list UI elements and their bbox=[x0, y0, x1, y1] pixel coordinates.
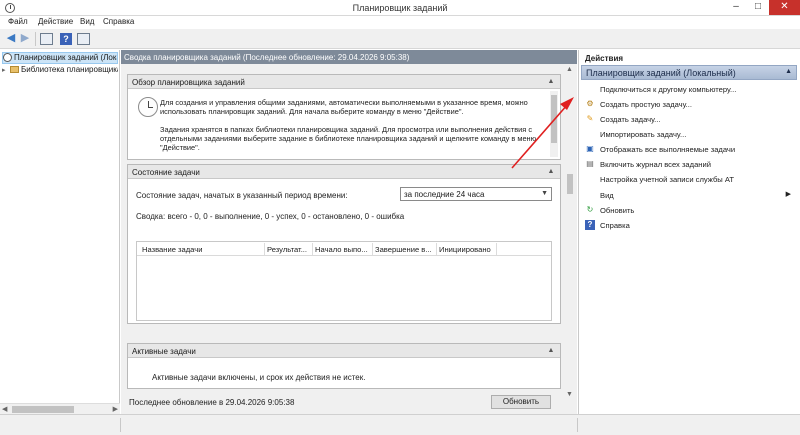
expand-arrow-icon[interactable]: ▸ bbox=[2, 66, 10, 74]
console-tree: Планировщик заданий (Локальный) ▸Библиот… bbox=[0, 50, 120, 414]
actions-title: Действия bbox=[585, 54, 624, 63]
minimize-button[interactable]: – bbox=[725, 0, 747, 15]
maximize-button[interactable]: □ bbox=[747, 0, 769, 15]
action-enable-history[interactable]: ▤ Включить журнал всех заданий bbox=[585, 158, 795, 171]
menu-view[interactable]: Вид bbox=[80, 17, 94, 26]
close-button[interactable]: ✕ bbox=[769, 0, 800, 15]
help-icon: ? bbox=[585, 220, 595, 230]
toolbar-separator bbox=[35, 32, 36, 46]
column-header-end[interactable]: Завершение в... bbox=[375, 245, 435, 254]
scrollbar-thumb[interactable] bbox=[567, 174, 573, 194]
status-summary: Сводка: всего - 0, 0 - выполнение, 0 - у… bbox=[136, 212, 405, 221]
task-status-section: Состояние задачи ▲ Состояние задач, нача… bbox=[127, 164, 561, 324]
action-create-basic-task[interactable]: ⚙ Создать простую задачу... bbox=[585, 98, 795, 111]
period-label: Состояние задач, начатых в указанный пер… bbox=[136, 191, 348, 200]
overview-paragraph-2: Задания хранятся в папках библиотеки пла… bbox=[160, 125, 537, 152]
show-hide-action-pane-icon[interactable] bbox=[77, 33, 90, 45]
task-status-section-header[interactable]: Состояние задачи ▲ bbox=[128, 165, 560, 179]
action-view-submenu[interactable]: Вид ▶ bbox=[585, 189, 795, 202]
status-bar bbox=[0, 414, 800, 435]
actions-group-header[interactable]: Планировщик заданий (Локальный) ▲ bbox=[581, 65, 797, 80]
summary-header: Сводка планировщика заданий (Последнее о… bbox=[121, 50, 577, 64]
action-show-running-tasks[interactable]: ▣ Отображать все выполняемые задачи bbox=[585, 143, 795, 156]
summary-pane: Сводка планировщика заданий (Последнее о… bbox=[121, 50, 577, 414]
task-status-table[interactable]: Название задачи Результат... Начало выпо… bbox=[136, 241, 552, 321]
refresh-icon: ↻ bbox=[586, 205, 594, 214]
clock-icon bbox=[3, 53, 12, 63]
scroll-left-arrow-icon[interactable]: ◀ bbox=[2, 405, 7, 413]
create-basic-task-icon: ⚙ bbox=[586, 99, 594, 108]
action-connect-to-computer[interactable]: Подключиться к другому компьютеру... bbox=[585, 83, 795, 96]
chevron-down-icon: ▼ bbox=[541, 190, 548, 197]
refresh-button[interactable]: Обновить bbox=[491, 395, 551, 409]
overview-section-header[interactable]: Обзор планировщика заданий ▲ bbox=[128, 75, 560, 89]
scrollbar-thumb[interactable] bbox=[12, 406, 74, 413]
action-refresh[interactable]: ↻ Обновить bbox=[585, 204, 795, 217]
create-task-icon: ✎ bbox=[586, 114, 594, 123]
running-tasks-icon: ▣ bbox=[586, 144, 594, 153]
scrollbar-thumb[interactable] bbox=[551, 95, 557, 143]
overview-section: Обзор планировщика заданий ▲ Для создани… bbox=[127, 74, 561, 160]
tree-item-task-scheduler-local[interactable]: Планировщик заданий (Локальный) bbox=[2, 52, 118, 64]
active-tasks-section-header[interactable]: Активные задачи ▲ bbox=[128, 344, 560, 358]
action-create-task[interactable]: ✎ Создать задачу... bbox=[585, 113, 795, 126]
column-header-task-name[interactable]: Название задачи bbox=[142, 245, 262, 254]
folder-icon bbox=[10, 66, 19, 74]
collapse-up-icon[interactable]: ▲ bbox=[785, 68, 792, 75]
menu-help[interactable]: Справка bbox=[103, 17, 134, 26]
back-arrow-icon[interactable]: ◀ bbox=[4, 32, 18, 46]
overview-paragraph-1: Для создания и управления общими задания… bbox=[160, 98, 528, 116]
help-icon[interactable]: ? bbox=[60, 33, 72, 45]
tree-horizontal-scrollbar[interactable]: ◀ ▶ bbox=[0, 403, 120, 414]
action-help[interactable]: ? Справка bbox=[585, 219, 795, 232]
title-bar: Планировщик заданий – □ ✕ bbox=[0, 0, 800, 16]
overview-scrollbar[interactable] bbox=[550, 91, 558, 157]
actions-pane: Действия Планировщик заданий (Локальный)… bbox=[578, 50, 800, 414]
collapse-up-icon[interactable]: ▲ bbox=[546, 77, 556, 87]
column-header-initiated[interactable]: Инициировано bbox=[439, 245, 499, 254]
menu-file[interactable]: Файл bbox=[8, 17, 28, 26]
forward-arrow-icon[interactable]: ▶ bbox=[18, 32, 32, 46]
scroll-right-arrow-icon[interactable]: ▶ bbox=[113, 405, 118, 413]
menu-action[interactable]: Действие bbox=[38, 17, 73, 26]
table-header: Название задачи Результат... Начало выпо… bbox=[137, 242, 551, 256]
show-hide-console-tree-icon[interactable] bbox=[40, 33, 53, 45]
last-update-text: Последнее обновление в 29.04.2026 9:05:3… bbox=[129, 398, 295, 407]
submenu-arrow-icon: ▶ bbox=[785, 191, 791, 198]
collapse-up-icon[interactable]: ▲ bbox=[546, 167, 556, 177]
toolbar: ◀ ▶ ? bbox=[0, 29, 800, 49]
menu-bar: Файл Действие Вид Справка bbox=[0, 16, 800, 29]
period-select[interactable]: за последние 24 часа ▼ bbox=[400, 187, 552, 201]
summary-vertical-scrollbar[interactable]: ▲ ▼ bbox=[565, 64, 575, 400]
history-log-icon: ▤ bbox=[586, 159, 594, 168]
task-scheduler-clock-icon bbox=[138, 97, 158, 117]
action-at-service-account[interactable]: Настройка учетной записи службы AT bbox=[585, 173, 795, 186]
column-header-start[interactable]: Начало выпо... bbox=[315, 245, 371, 254]
active-tasks-section: Активные задачи ▲ Активные задачи включе… bbox=[127, 343, 561, 389]
column-header-result[interactable]: Результат... bbox=[267, 245, 312, 254]
window-title: Планировщик заданий bbox=[352, 3, 448, 13]
action-import-task[interactable]: Импортировать задачу... bbox=[585, 128, 795, 141]
active-tasks-text: Активные задачи включены, и срок их дейс… bbox=[152, 373, 366, 382]
collapse-up-icon[interactable]: ▲ bbox=[546, 346, 556, 356]
scroll-down-arrow-icon[interactable]: ▼ bbox=[566, 391, 573, 398]
scroll-up-arrow-icon[interactable]: ▲ bbox=[566, 66, 573, 73]
tree-item-task-library[interactable]: ▸Библиотека планировщика заданий bbox=[2, 65, 118, 77]
